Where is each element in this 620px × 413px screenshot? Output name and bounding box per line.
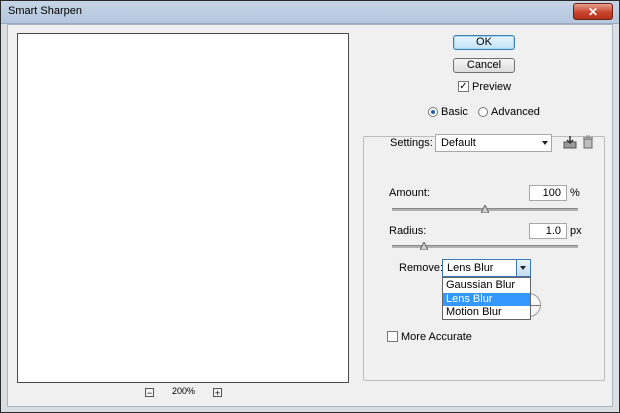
amount-input[interactable]: 100	[529, 185, 567, 201]
menu-option-lens-blur[interactable]: Lens Blur	[443, 293, 530, 306]
plus-icon: +	[214, 388, 221, 398]
advanced-label: Advanced	[491, 106, 540, 118]
remove-options-menu: Gaussian Blur Lens Blur Motion Blur	[442, 277, 531, 320]
close-button[interactable]: ✕	[573, 3, 613, 20]
preview-checkbox[interactable]: ✓	[458, 81, 469, 92]
save-settings-icon	[563, 136, 577, 149]
radius-unit: px	[570, 225, 582, 237]
title-bar[interactable]: Smart Sharpen ✕	[1, 1, 619, 24]
remove-value: Lens Blur	[447, 262, 494, 274]
ok-button[interactable]: OK	[453, 35, 515, 50]
preview-canvas[interactable]	[17, 33, 349, 383]
basic-label: Basic	[441, 106, 468, 118]
preview-label: Preview	[472, 81, 512, 93]
remove-dropdown[interactable]: Lens Blur	[442, 259, 531, 277]
checkmark-icon: ✓	[459, 81, 468, 92]
menu-option-gaussian-blur[interactable]: Gaussian Blur	[443, 279, 530, 292]
more-accurate-label: More Accurate	[401, 331, 472, 343]
settings-label: Settings:	[390, 137, 433, 149]
menu-option-motion-blur[interactable]: Motion Blur	[443, 306, 530, 319]
settings-value: Default	[441, 137, 476, 149]
chevron-down-icon	[542, 141, 548, 145]
advanced-radio[interactable]	[478, 107, 488, 117]
basic-radio[interactable]	[428, 107, 438, 117]
radius-label: Radius:	[389, 225, 427, 237]
zoom-in-button[interactable]: +	[213, 388, 222, 398]
delete-settings-button[interactable]	[581, 135, 595, 149]
zoom-level: 200%	[172, 386, 196, 396]
chevron-down-icon	[520, 266, 526, 270]
zoom-out-button[interactable]: −	[145, 388, 154, 398]
dialog-body: − 200% + OK Cancel ✓ Preview Basic Advan…	[7, 24, 613, 407]
amount-slider-thumb[interactable]	[481, 205, 489, 213]
smart-sharpen-dialog: Smart Sharpen ✕ − 200% + OK Cancel ✓ Pre…	[0, 0, 620, 413]
window-title: Smart Sharpen	[8, 5, 82, 17]
trash-icon	[583, 135, 593, 149]
dropdown-button[interactable]	[516, 260, 530, 276]
minus-icon: −	[146, 388, 153, 398]
settings-dropdown[interactable]: Default	[435, 134, 552, 152]
more-accurate-checkbox[interactable]	[387, 331, 398, 342]
amount-unit: %	[570, 187, 580, 199]
remove-label: Remove:	[399, 262, 444, 274]
cancel-button[interactable]: Cancel	[453, 58, 515, 73]
amount-label: Amount:	[389, 187, 430, 199]
radius-input[interactable]: 1.0	[529, 223, 567, 239]
radius-slider-thumb[interactable]	[419, 242, 428, 250]
close-icon: ✕	[587, 5, 599, 19]
save-settings-button[interactable]	[563, 135, 577, 149]
